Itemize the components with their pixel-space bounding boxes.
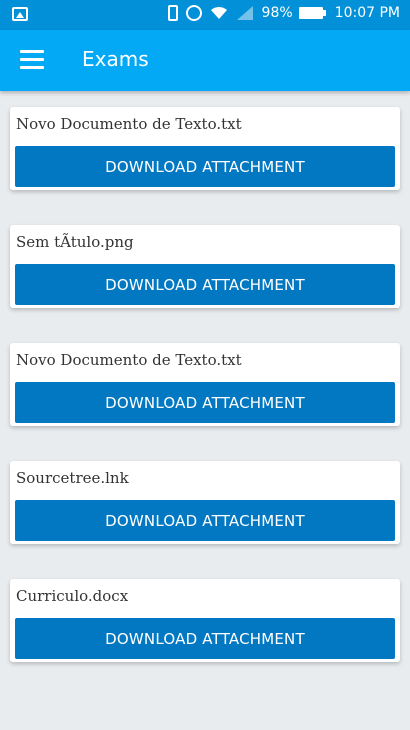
attachment-list: Novo Documento de Texto.txt DOWNLOAD ATT… bbox=[10, 107, 400, 697]
download-attachment-button[interactable]: DOWNLOAD ATTACHMENT bbox=[15, 618, 395, 659]
signal-icon bbox=[236, 6, 253, 20]
image-icon bbox=[12, 7, 28, 21]
vibrate-icon bbox=[167, 5, 178, 21]
page-title: Exams bbox=[82, 47, 149, 71]
wifi-icon bbox=[210, 6, 227, 19]
hamburger-menu-icon[interactable] bbox=[20, 50, 44, 70]
download-attachment-button[interactable]: DOWNLOAD ATTACHMENT bbox=[15, 264, 395, 305]
alarm-icon bbox=[185, 5, 202, 21]
download-attachment-button[interactable]: DOWNLOAD ATTACHMENT bbox=[15, 500, 395, 541]
attachment-card: Sourcetree.lnk DOWNLOAD ATTACHMENT bbox=[10, 461, 400, 544]
status-icons: 98% 10:07 PM bbox=[167, 5, 400, 21]
status-bar: 98% 10:07 PM bbox=[0, 0, 410, 30]
attachment-card: Novo Documento de Texto.txt DOWNLOAD ATT… bbox=[10, 343, 400, 426]
attachment-file-name: Novo Documento de Texto.txt bbox=[16, 351, 242, 369]
attachment-card: Novo Documento de Texto.txt DOWNLOAD ATT… bbox=[10, 107, 400, 190]
attachment-file-name: Curriculo.docx bbox=[16, 587, 129, 605]
clock-time: 10:07 PM bbox=[334, 5, 400, 21]
battery-icon bbox=[298, 7, 326, 19]
download-attachment-button[interactable]: DOWNLOAD ATTACHMENT bbox=[15, 146, 395, 187]
attachment-file-name: Sem tÃtulo.png bbox=[16, 233, 134, 251]
attachment-card: Sem tÃtulo.png DOWNLOAD ATTACHMENT bbox=[10, 225, 400, 308]
attachment-file-name: Sourcetree.lnk bbox=[16, 469, 129, 487]
attachment-card: Curriculo.docx DOWNLOAD ATTACHMENT bbox=[10, 579, 400, 662]
battery-percent: 98% bbox=[261, 5, 293, 21]
app-bar: Exams bbox=[0, 30, 410, 91]
download-attachment-button[interactable]: DOWNLOAD ATTACHMENT bbox=[15, 382, 395, 423]
attachment-file-name: Novo Documento de Texto.txt bbox=[16, 115, 242, 133]
